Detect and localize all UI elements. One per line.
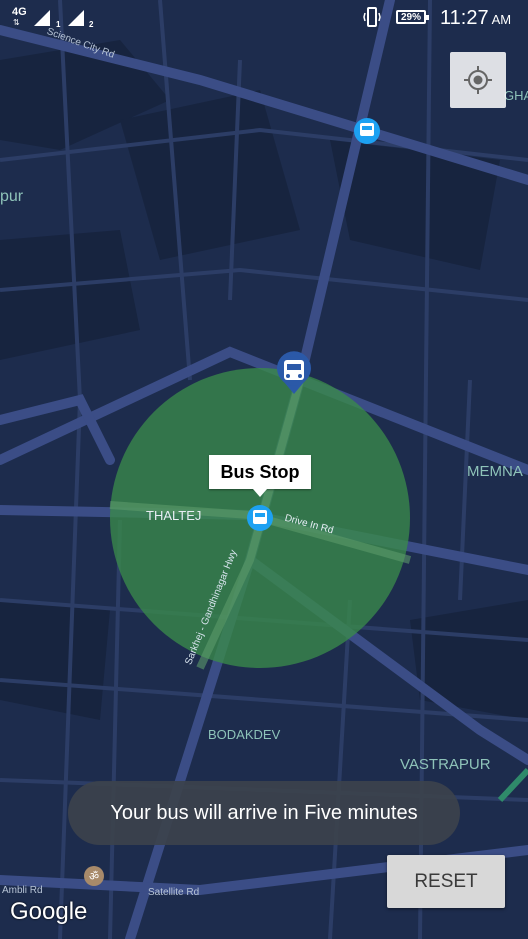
arrival-toast: Your bus will arrive in Five minutes [68,781,460,845]
vibrate-icon [363,7,381,27]
area-label-thaltej: THALTEJ [146,508,202,523]
status-bar: 4G ⇅ 1 2 29% 11:27 AM [0,0,528,36]
area-label-pur: pur [0,188,24,205]
area-label-gha: GHA [504,88,528,103]
battery-icon: 29% [396,10,429,24]
clock-ampm: AM [491,12,512,27]
network-type: 4G [12,6,27,18]
google-logo: Google [10,898,88,925]
data-activity-icon: ⇅ [13,18,20,27]
road-label-satellite: Satellite Rd [148,887,200,898]
sim2-label: 2 [89,20,94,29]
signal-icon-sim1 [34,10,50,26]
sim1-label: 1 [56,20,61,29]
signal-icon-sim2 [68,10,84,26]
area-label-vastrapur: VASTRAPUR [400,756,491,773]
marker-info-window[interactable]: Bus Stop [209,455,311,497]
bus-stop-icon-top[interactable] [354,118,380,144]
reset-button[interactable]: RESET [387,855,505,908]
road-label-ambli: Ambli Rd [2,885,43,896]
clock: 11:27 AM [440,7,511,30]
svg-text:ॐ: ॐ [89,870,99,883]
area-label-bodakdev: BODAKDEV [208,727,281,742]
my-location-button[interactable] [450,52,506,108]
bus-stop-icon-center[interactable] [247,505,273,531]
place-icon: ॐ [84,866,104,886]
crosshair-icon [464,66,492,94]
area-label-memna: MEMNA [467,463,523,480]
clock-time: 11:27 [440,7,489,29]
